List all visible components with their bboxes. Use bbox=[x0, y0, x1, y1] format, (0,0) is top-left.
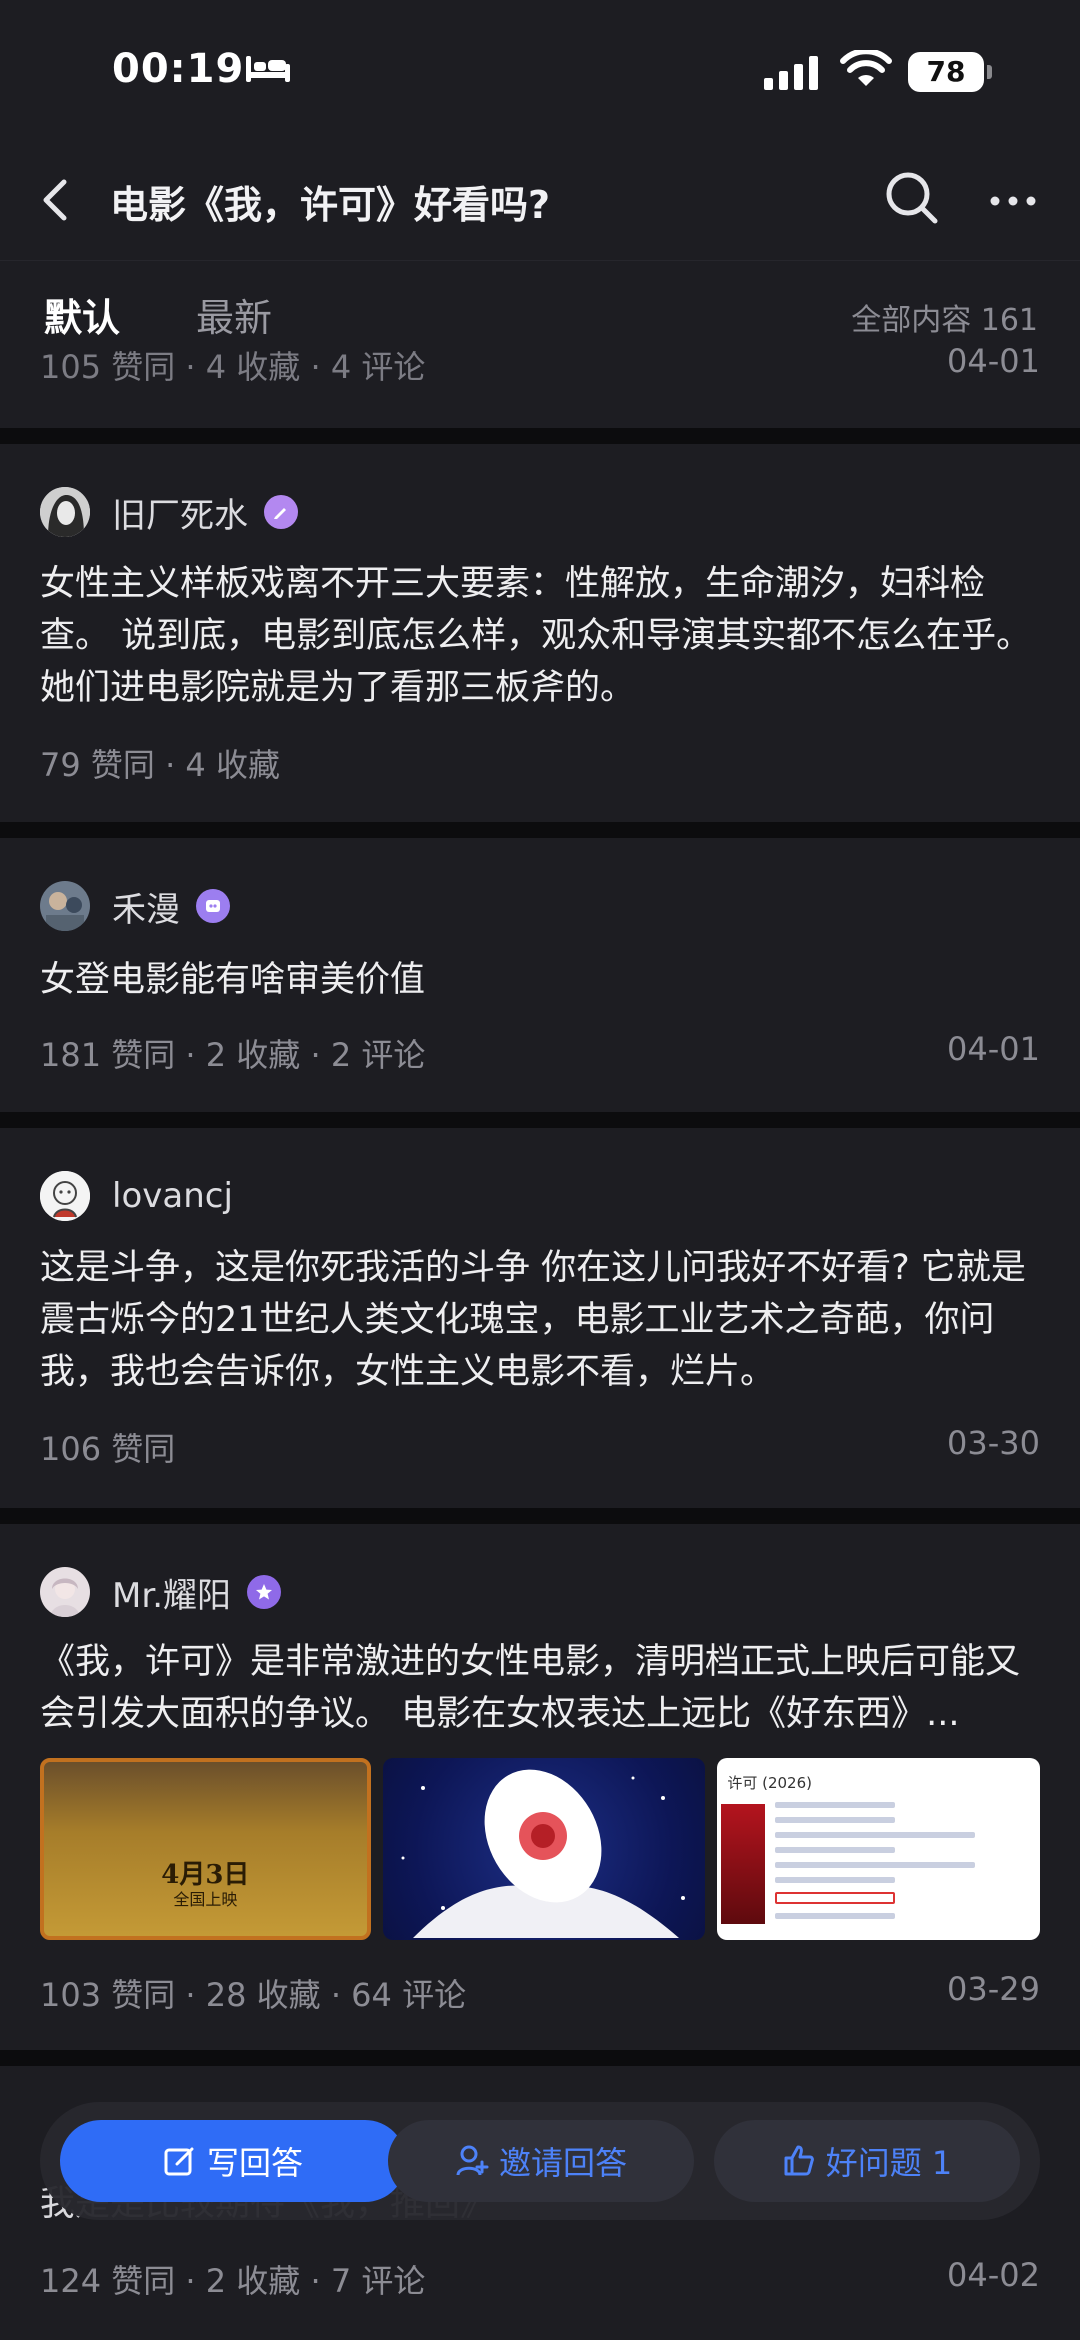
answer-author[interactable]: 旧厂死水 bbox=[40, 486, 298, 538]
answer-author[interactable]: lovancj bbox=[40, 1170, 233, 1222]
battery-level: 78 bbox=[908, 52, 992, 92]
creator-badge-icon bbox=[196, 889, 230, 923]
author-name[interactable]: 禾漫 bbox=[112, 882, 180, 931]
avatar-photo-icon bbox=[40, 881, 90, 931]
avatar-cartoon-icon bbox=[40, 1171, 90, 1221]
avatar-photo-icon bbox=[40, 1567, 90, 1617]
answer-card[interactable]: 禾漫 女登电影能有啥审美价值 181 赞同 · 2 收藏 · 2 评论 04-0… bbox=[0, 838, 1080, 1112]
answer-date: 04-01 bbox=[947, 1030, 1040, 1068]
answer-meta: 79 赞同 · 4 收藏 bbox=[40, 746, 280, 784]
invite-answer-label: 邀请回答 bbox=[498, 2144, 627, 2182]
answer-meta: 103 赞同 · 28 收藏 · 64 评论 bbox=[40, 1976, 467, 2014]
sort-tabs: 默认 最新 全部内容 161 bbox=[0, 260, 1080, 357]
creator-badge-icon bbox=[264, 495, 298, 529]
answer-excerpt[interactable]: 女登电影能有啥审美价值 bbox=[40, 954, 1040, 1006]
edit-icon bbox=[164, 2147, 194, 2176]
avatar[interactable] bbox=[40, 1171, 90, 1221]
answer-card[interactable]: lovancj 这是斗争，这是你死我活的斗争 你在这儿问我好不好看? 它就是震古… bbox=[0, 1128, 1080, 1508]
tab-default[interactable]: 默认 bbox=[44, 287, 120, 342]
author-name[interactable]: 旧厂死水 bbox=[112, 488, 248, 537]
info-card-title: 许可 (2026) bbox=[727, 1774, 812, 1792]
answer-meta: 105 赞同 · 4 收藏 · 4 评论 bbox=[40, 348, 426, 386]
avatar-face-icon bbox=[40, 487, 90, 537]
answer-date: 03-30 bbox=[947, 1424, 1040, 1462]
good-question-label: 好问题 1 bbox=[825, 2144, 953, 2182]
status-time: 00:19 bbox=[112, 46, 245, 92]
author-name[interactable]: lovancj bbox=[112, 1176, 233, 1216]
page-title: 电影《我，许可》好看吗? bbox=[110, 183, 551, 227]
question-header: 电影《我，许可》好看吗? bbox=[0, 140, 1080, 260]
cellular-signal-icon bbox=[764, 56, 818, 90]
answer-card[interactable]: 旧厂死水 女性主义样板戏离不开三大要素：性解放，生命潮汐，妇科检查。 说到底，电… bbox=[0, 444, 1080, 822]
more-options-icon[interactable] bbox=[990, 196, 1036, 206]
answer-card[interactable]: Mr.耀阳 《我，许可》是非常激进的女性电影，清明档正式上映后可能又会引发大面积… bbox=[0, 1524, 1080, 2050]
back-arrow-icon[interactable] bbox=[40, 178, 70, 222]
wifi-icon bbox=[840, 50, 892, 86]
sleep-bed-icon bbox=[246, 56, 290, 82]
author-name[interactable]: Mr.耀阳 bbox=[112, 1568, 231, 1617]
invite-user-icon bbox=[456, 2145, 489, 2176]
answer-excerpt[interactable]: 这是斗争，这是你死我活的斗争 你在这儿问我好不好看? 它就是震古烁今的21世纪人… bbox=[40, 1242, 1040, 1398]
answer-date: 04-02 bbox=[947, 2256, 1040, 2294]
status-bar: 00:19 78 bbox=[0, 0, 1080, 140]
answer-date: 03-29 bbox=[947, 1970, 1040, 2008]
answer-author[interactable]: Mr.耀阳 bbox=[40, 1566, 281, 1618]
answer-meta: 124 赞同 · 2 收藏 · 7 评论 bbox=[40, 2262, 426, 2300]
avatar[interactable] bbox=[40, 881, 90, 931]
hands-illustration-icon bbox=[401, 1769, 685, 1938]
info-card-poster bbox=[721, 1804, 766, 1924]
answer-meta: 106 赞同 bbox=[40, 1430, 176, 1468]
thumbs-up-icon bbox=[784, 2145, 814, 2176]
avatar[interactable] bbox=[40, 1567, 90, 1617]
good-question-button[interactable]: 好问题 1 bbox=[714, 2120, 1020, 2202]
poster-release-label: 全国上映 bbox=[173, 1890, 238, 1909]
answer-excerpt[interactable]: 《我，许可》是非常激进的女性电影，清明档正式上映后可能又会引发大面积的争议。 电… bbox=[40, 1636, 1040, 1740]
write-answer-label: 写回答 bbox=[206, 2144, 303, 2182]
bottom-action-bar: 写回答 邀请回答 好问题 1 bbox=[40, 2102, 1040, 2220]
answer-image-strip: 4月3日 全国上映 许可 (2026) bbox=[40, 1758, 1041, 1940]
answer-date: 04-01 bbox=[947, 342, 1040, 380]
total-content-count: 全部内容 161 bbox=[851, 303, 1038, 338]
tab-latest[interactable]: 最新 bbox=[196, 287, 272, 342]
answer-excerpt[interactable]: 女性主义样板戏离不开三大要素：性解放，生命潮汐，妇科检查。 说到底，电影到底怎么… bbox=[40, 558, 1040, 714]
creator-badge-icon bbox=[247, 1575, 281, 1609]
answer-card[interactable]: 105 赞同 · 4 收藏 · 4 评论 04-01 bbox=[0, 342, 1080, 428]
invite-answer-button[interactable]: 邀请回答 bbox=[388, 2120, 694, 2202]
movie-poster-thumbnail[interactable]: 4月3日 全国上映 bbox=[40, 1758, 371, 1940]
illustration-thumbnail[interactable] bbox=[382, 1758, 706, 1940]
search-icon[interactable] bbox=[884, 170, 940, 226]
answer-meta: 181 赞同 · 2 收藏 · 2 评论 bbox=[40, 1036, 426, 1074]
info-card-details bbox=[775, 1802, 976, 1928]
avatar[interactable] bbox=[40, 487, 90, 537]
answer-author[interactable]: 禾漫 bbox=[40, 880, 230, 932]
movie-info-thumbnail[interactable]: 许可 (2026) bbox=[717, 1758, 1041, 1940]
write-answer-button[interactable]: 写回答 bbox=[60, 2120, 406, 2202]
